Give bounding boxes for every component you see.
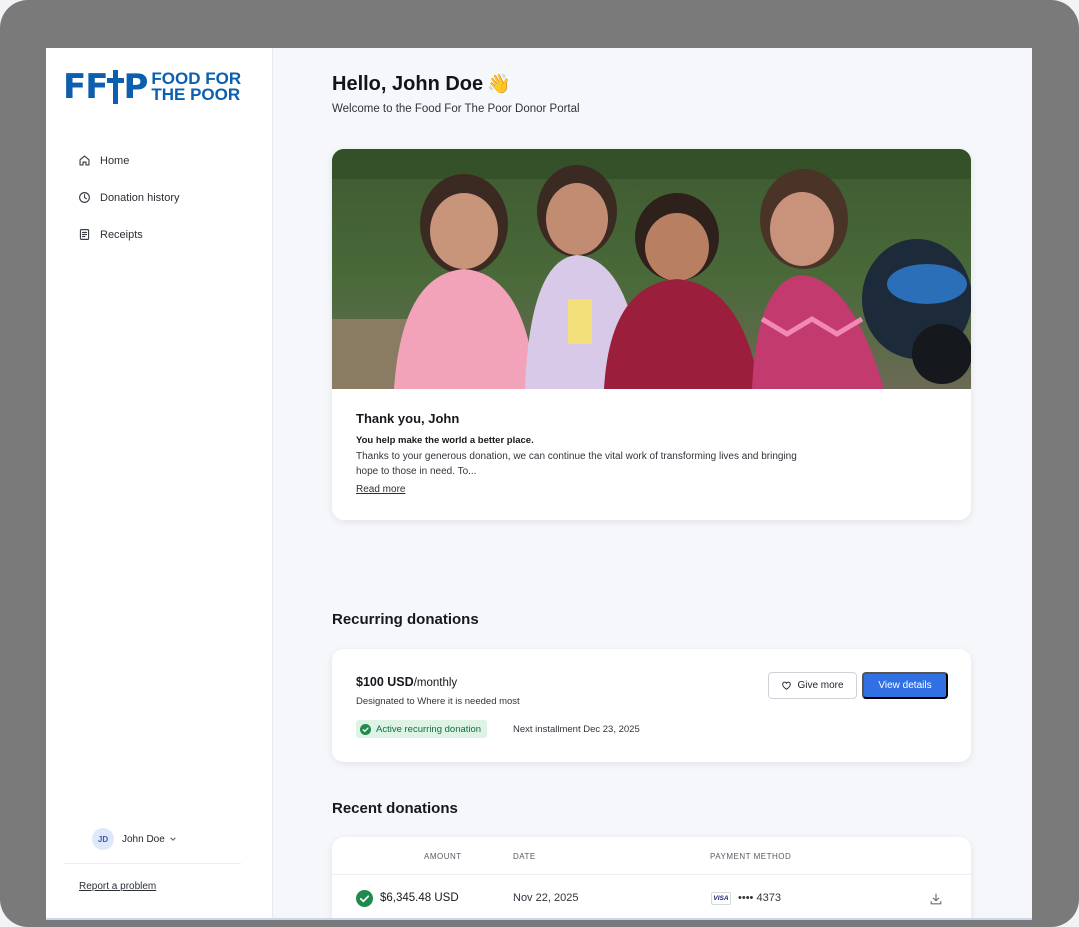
- avatar: JD: [92, 828, 114, 850]
- card-number: •••• 4373: [738, 892, 781, 904]
- sidebar-item-home[interactable]: Home: [78, 142, 180, 179]
- sidebar-item-label: Donation history: [100, 191, 180, 204]
- donation-date: Nov 22, 2025: [513, 892, 579, 904]
- sidebar-nav: Home Donation history Receipts: [78, 142, 180, 253]
- view-details-button[interactable]: View details: [862, 672, 948, 699]
- recurring-designation: Designated to Where it is needed most: [356, 696, 520, 707]
- heart-icon: [782, 681, 792, 690]
- user-menu[interactable]: JD John Doe: [92, 828, 177, 850]
- thank-you-body: Thank you, John You help make the world …: [356, 411, 816, 497]
- recent-donations-table: AMOUNT DATE PAYMENT METHOD $6,345.48 USD…: [332, 837, 971, 920]
- thank-you-text: Thanks to your generous donation, we can…: [356, 451, 797, 477]
- sidebar-item-label: Receipts: [100, 228, 143, 241]
- table-row[interactable]: $6,345.48 USD Nov 22, 2025 VISA •••• 437…: [332, 875, 971, 920]
- thank-you-title: Thank you, John: [356, 411, 460, 426]
- thank-you-lead: You help make the world a better place.: [356, 435, 534, 446]
- recurring-donation-card: $100 USD/monthly Designated to Where it …: [332, 649, 971, 762]
- cross-icon: [106, 70, 125, 104]
- recurring-donations-title: Recurring donations: [332, 611, 479, 628]
- check-circle-icon: [360, 723, 371, 735]
- recurring-amount: $100 USD/monthly: [356, 675, 458, 689]
- read-more-link[interactable]: Read more: [356, 484, 405, 495]
- divider: [64, 863, 241, 864]
- status-badge: Active recurring donation: [356, 720, 488, 738]
- brand-logo[interactable]: FF P FOOD FOR THE POOR: [63, 70, 241, 104]
- check-circle-icon: [356, 890, 373, 907]
- column-header-amount: AMOUNT: [424, 852, 462, 861]
- sidebar: FF P FOOD FOR THE POOR Home Donation hist…: [46, 48, 273, 920]
- logo-text: FOOD FOR THE POOR: [151, 69, 242, 104]
- receipt-icon: [79, 229, 90, 240]
- home-icon: [79, 155, 90, 166]
- page-title: Hello, John Doe 👋: [332, 73, 511, 95]
- column-header-date: DATE: [513, 852, 536, 861]
- clock-icon: [79, 192, 90, 203]
- report-problem-link[interactable]: Report a problem: [79, 881, 156, 892]
- user-name: John Doe: [122, 833, 165, 845]
- column-header-payment-method: PAYMENT METHOD: [710, 852, 792, 861]
- donation-amount: $6,345.48 USD: [380, 892, 459, 904]
- thank-you-card: Thank you, John You help make the world …: [332, 149, 971, 520]
- page-subtitle: Welcome to the Food For The Poor Donor P…: [332, 103, 580, 115]
- app-screen: FF P FOOD FOR THE POOR Home Donation hist…: [46, 48, 1032, 920]
- waving-hand-icon: 👋: [487, 74, 511, 95]
- visa-card-icon: VISA: [711, 892, 731, 905]
- give-more-button[interactable]: Give more: [768, 672, 857, 699]
- sidebar-item-donation-history[interactable]: Donation history: [78, 179, 180, 216]
- scroll-edge: [46, 918, 1032, 920]
- children-photo: [332, 149, 971, 389]
- download-icon[interactable]: [929, 892, 943, 906]
- recent-donations-title: Recent donations: [332, 800, 458, 817]
- next-installment: Next installment Dec 23, 2025: [513, 724, 640, 735]
- chevron-down-icon: [170, 837, 176, 841]
- logo-mark: FF P: [63, 67, 148, 107]
- sidebar-item-label: Home: [100, 154, 130, 167]
- sidebar-item-receipts[interactable]: Receipts: [78, 216, 180, 253]
